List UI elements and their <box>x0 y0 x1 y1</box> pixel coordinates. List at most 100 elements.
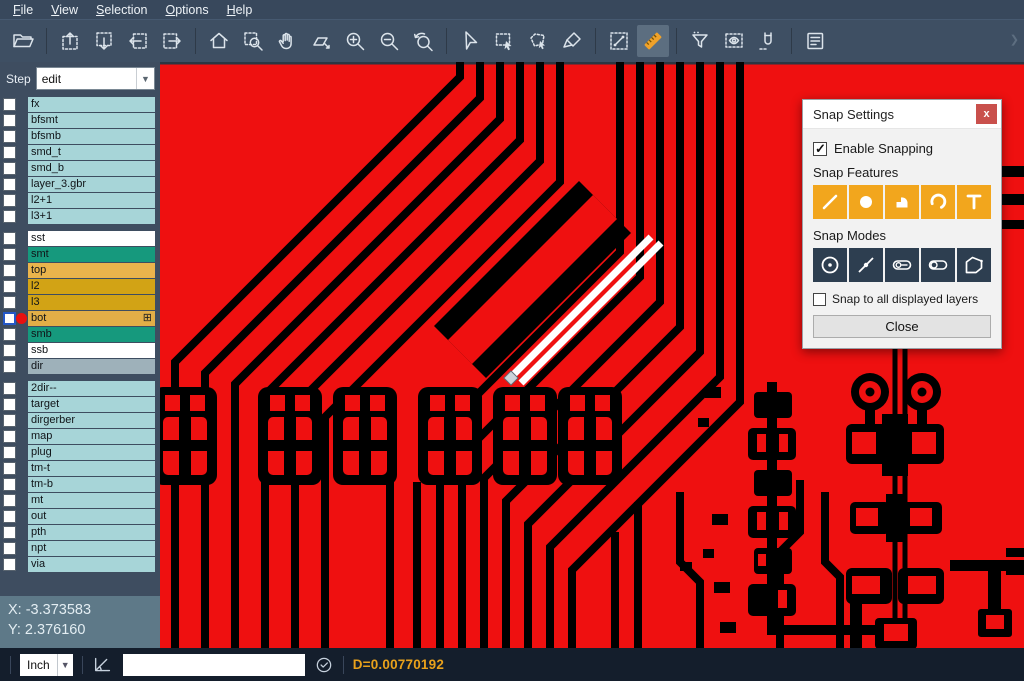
layer-row-layer_3.gbr[interactable]: layer_3.gbr <box>0 177 160 192</box>
layer-row-top[interactable]: top <box>0 263 160 278</box>
layer-row-tm-t[interactable]: tm-t <box>0 461 160 476</box>
menu-selection[interactable]: Selection <box>87 1 156 19</box>
zoom-out-button[interactable] <box>373 25 405 57</box>
layer-visibility-checkbox[interactable] <box>3 510 16 523</box>
snap-feature-text-button[interactable] <box>957 185 991 219</box>
layer-row-bfsmt[interactable]: bfsmt <box>0 113 160 128</box>
snap-feature-arc-button[interactable] <box>921 185 955 219</box>
command-input[interactable] <box>123 654 305 676</box>
layer-name[interactable]: ssb <box>28 343 155 358</box>
zoom-previous-button[interactable] <box>407 25 439 57</box>
layer-visibility-checkbox[interactable] <box>3 130 16 143</box>
layer-visibility-checkbox[interactable] <box>3 446 16 459</box>
layer-row-via[interactable]: via <box>0 557 160 572</box>
layer-row-mt[interactable]: mt <box>0 493 160 508</box>
layer-row-2dir--[interactable]: 2dir-- <box>0 381 160 396</box>
view-options-button[interactable] <box>718 25 750 57</box>
pan-hand-button[interactable] <box>271 25 303 57</box>
layer-row-smt[interactable]: smt <box>0 247 160 262</box>
layer-name[interactable]: fx <box>28 97 155 112</box>
layer-name[interactable]: layer_3.gbr <box>28 177 155 192</box>
layer-name[interactable]: out <box>28 509 155 524</box>
layer-name[interactable]: tm-b <box>28 477 155 492</box>
select-rectangle-button[interactable] <box>488 25 520 57</box>
layer-visibility-checkbox[interactable] <box>3 264 16 277</box>
layer-visibility-checkbox[interactable] <box>3 328 16 341</box>
zoom-area-button[interactable] <box>305 25 337 57</box>
pan-right-button[interactable] <box>156 25 188 57</box>
snap-mode-point-on-line-button[interactable] <box>849 248 883 282</box>
layer-name[interactable]: l2+1 <box>28 193 155 208</box>
layer-visibility-checkbox[interactable] <box>3 146 16 159</box>
layer-name[interactable]: 2dir-- <box>28 381 155 396</box>
layer-name[interactable]: smd_b <box>28 161 155 176</box>
angle-measure-icon[interactable] <box>92 654 114 676</box>
layer-visibility-checkbox[interactable] <box>3 280 16 293</box>
select-cursor-button[interactable] <box>454 25 486 57</box>
layer-row-l3[interactable]: l3 <box>0 295 160 310</box>
menu-options[interactable]: Options <box>156 1 217 19</box>
select-polygon-button[interactable] <box>522 25 554 57</box>
layer-row-target[interactable]: target <box>0 397 160 412</box>
layer-name[interactable]: bfsmt <box>28 113 155 128</box>
layer-row-smb[interactable]: smb <box>0 327 160 342</box>
snap-mode-center-button[interactable] <box>813 248 847 282</box>
pan-up-button[interactable] <box>54 25 86 57</box>
select-brush-button[interactable] <box>556 25 588 57</box>
zoom-home-button[interactable] <box>203 25 235 57</box>
layer-visibility-checkbox[interactable] <box>3 494 16 507</box>
layer-row-sst[interactable]: sst <box>0 231 160 246</box>
snap-magnet-button[interactable] <box>752 25 784 57</box>
menu-help[interactable]: Help <box>218 1 262 19</box>
layer-name[interactable]: l3 <box>28 295 155 310</box>
dialog-close-action-button[interactable]: Close <box>813 315 991 338</box>
layer-visibility-checkbox[interactable] <box>3 382 16 395</box>
toolbar-overflow-chevron[interactable]: ❯ <box>1010 33 1019 46</box>
layer-name[interactable]: map <box>28 429 155 444</box>
zoom-in-button[interactable] <box>339 25 371 57</box>
layer-name[interactable]: via <box>28 557 155 572</box>
layer-name[interactable]: sst <box>28 231 155 246</box>
layer-row-bfsmb[interactable]: bfsmb <box>0 129 160 144</box>
layers-panel-button[interactable] <box>799 25 831 57</box>
layer-name[interactable]: dirgerber <box>28 413 155 428</box>
layer-name[interactable]: target <box>28 397 155 412</box>
layer-row-dir[interactable]: dir <box>0 359 160 374</box>
layer-name[interactable]: top <box>28 263 155 278</box>
layer-row-l3+1[interactable]: l3+1 <box>0 209 160 224</box>
layer-name[interactable]: pth <box>28 525 155 540</box>
layer-row-map[interactable]: map <box>0 429 160 444</box>
layer-visibility-checkbox[interactable] <box>3 558 16 571</box>
pcb-canvas[interactable]: Snap Settings x Enable Snapping Snap Fea… <box>160 62 1024 648</box>
layer-name[interactable]: bot⊞ <box>28 311 155 326</box>
layer-row-l2[interactable]: l2 <box>0 279 160 294</box>
layer-name[interactable]: npt <box>28 541 155 556</box>
layer-name[interactable]: tm-t <box>28 461 155 476</box>
layer-visibility-checkbox[interactable] <box>3 462 16 475</box>
layer-visibility-checkbox[interactable] <box>3 296 16 309</box>
layer-visibility-checkbox[interactable] <box>3 398 16 411</box>
pan-left-button[interactable] <box>122 25 154 57</box>
layer-visibility-checkbox[interactable] <box>3 430 16 443</box>
layer-row-smd_t[interactable]: smd_t <box>0 145 160 160</box>
snap-mode-outline-button[interactable] <box>957 248 991 282</box>
layer-row-ssb[interactable]: ssb <box>0 343 160 358</box>
layer-row-dirgerber[interactable]: dirgerber <box>0 413 160 428</box>
layer-visibility-checkbox[interactable] <box>3 542 16 555</box>
snap-mode-slot-right-button[interactable] <box>921 248 955 282</box>
layer-visibility-checkbox[interactable] <box>3 526 16 539</box>
layer-visibility-checkbox[interactable] <box>3 344 16 357</box>
zoom-window-button[interactable] <box>237 25 269 57</box>
layer-name[interactable]: dir <box>28 359 155 374</box>
layer-name[interactable]: l3+1 <box>28 209 155 224</box>
layer-visibility-checkbox[interactable] <box>3 210 16 223</box>
layer-name[interactable]: bfsmb <box>28 129 155 144</box>
layer-name[interactable]: plug <box>28 445 155 460</box>
layer-name[interactable]: smt <box>28 247 155 262</box>
layer-row-tm-b[interactable]: tm-b <box>0 477 160 492</box>
enable-snapping-checkbox[interactable] <box>813 142 827 156</box>
layer-name[interactable]: smd_t <box>28 145 155 160</box>
pan-down-button[interactable] <box>88 25 120 57</box>
measure-ruler-button[interactable] <box>637 25 669 57</box>
units-select[interactable]: Inch ▼ <box>20 654 73 676</box>
